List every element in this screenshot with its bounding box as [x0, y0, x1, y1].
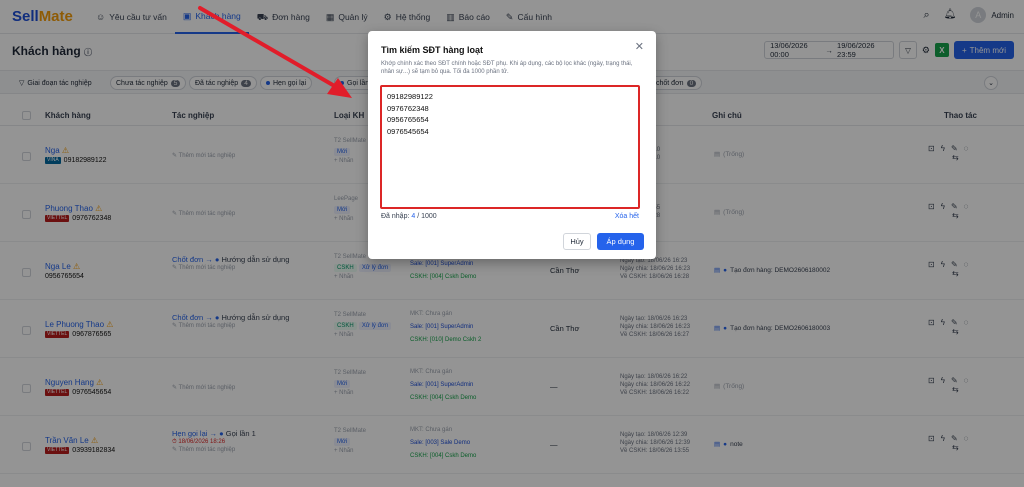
annotation-arrow: [198, 6, 352, 98]
